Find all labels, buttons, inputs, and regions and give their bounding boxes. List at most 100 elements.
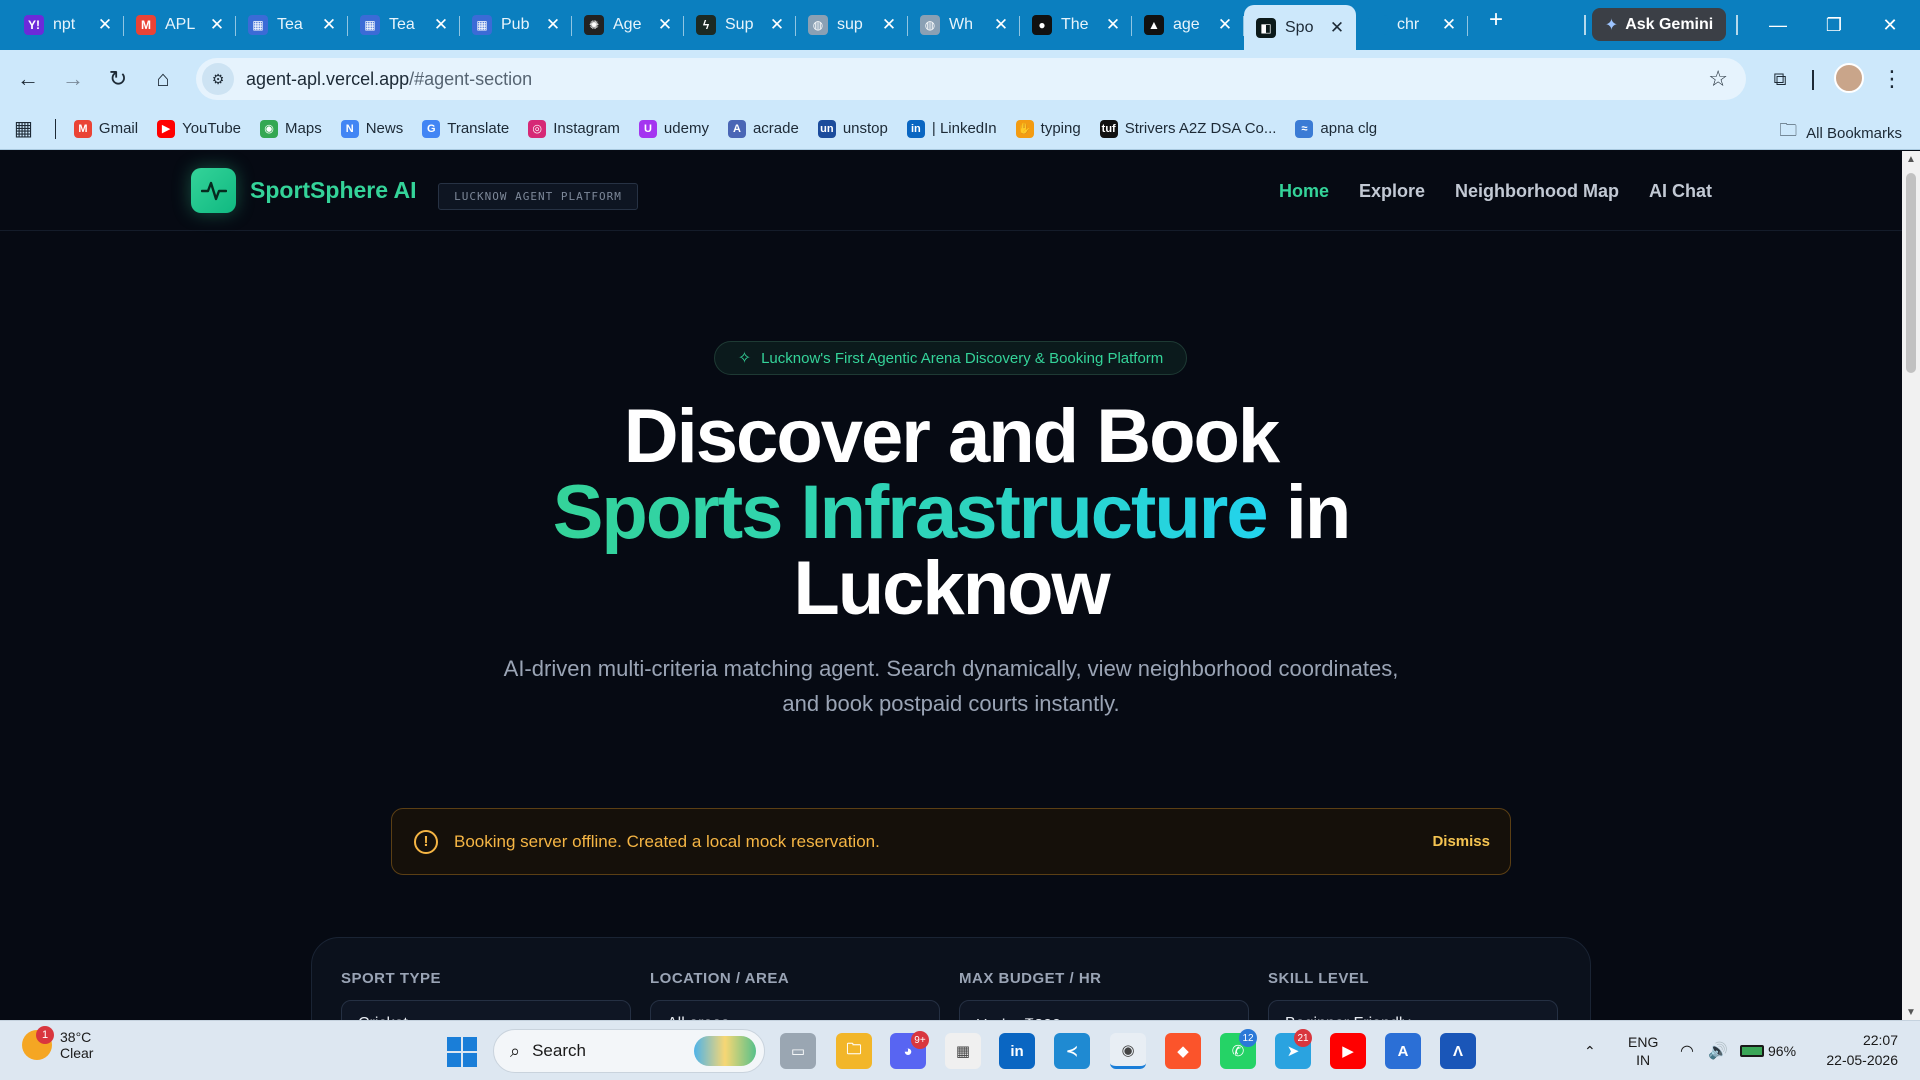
nav-link-home[interactable]: Home <box>1279 181 1329 202</box>
new-tab-button[interactable]: + <box>1478 0 1514 40</box>
filter-select[interactable]: Cricket▼ <box>341 1000 631 1020</box>
discord-badge: 9+ <box>911 1031 929 1049</box>
close-tab-icon[interactable]: ✕ <box>992 15 1010 35</box>
bookmark-item[interactable]: ◎ Instagram <box>528 119 620 138</box>
browser-menu-icon[interactable]: ⋮ <box>1876 63 1908 95</box>
bookmark-item[interactable]: ≈ apna clg <box>1295 119 1377 138</box>
close-tab-icon[interactable]: ✕ <box>1440 15 1458 35</box>
brave-icon[interactable]: ◆ <box>1165 1033 1201 1069</box>
windows-start-icon[interactable] <box>447 1037 477 1067</box>
back-arrow-icon[interactable]: ← <box>12 63 44 95</box>
volume-icon[interactable]: 🔊 <box>1708 1021 1728 1080</box>
filter-select[interactable]: All areas▼ <box>650 1000 940 1020</box>
bookmark-star-icon[interactable]: ☆ <box>1708 66 1728 92</box>
brand-name[interactable]: SportSphere AI <box>250 177 417 204</box>
bookmark-item[interactable]: ▶ YouTube <box>157 119 241 138</box>
profile-avatar[interactable] <box>1834 63 1864 93</box>
word-pad-icon[interactable]: A <box>1385 1033 1421 1069</box>
nav-link-neighborhood-map[interactable]: Neighborhood Map <box>1455 181 1619 202</box>
forward-arrow-icon[interactable]: → <box>57 63 89 95</box>
bookmark-item[interactable]: Uudemy <box>638 119 709 138</box>
chrome-icon[interactable]: ◉ <box>1110 1033 1146 1069</box>
battery-percent: 96% <box>1768 1043 1797 1059</box>
scroll-down-icon[interactable]: ▼ <box>1902 1004 1920 1020</box>
bookmark-item[interactable]: tuf Strivers A2Z DSA Co... <box>1099 119 1276 138</box>
taskbar-search[interactable]: ⌕ Search <box>493 1029 765 1073</box>
close-window-icon[interactable]: ✕ <box>1862 0 1918 50</box>
browser-tab[interactable]: ◧ Spo ✕ <box>1244 5 1356 50</box>
close-tab-icon[interactable]: ✕ <box>1328 18 1346 38</box>
wifi-icon[interactable]: ◠ <box>1680 1021 1694 1080</box>
dismiss-alert-button[interactable]: Dismiss <box>1432 833 1490 850</box>
sparkles-icon: ✧ <box>737 350 752 367</box>
system-clock[interactable]: 22:07 22-05-2026 <box>1826 1030 1898 1070</box>
bookmark-item[interactable]: G Translate <box>422 119 509 138</box>
browser-tab[interactable]: ▦ Pub ✕ <box>460 5 572 45</box>
nav-link-explore[interactable]: Explore <box>1359 181 1425 202</box>
tuf-icon: tuf <box>1099 119 1118 138</box>
apps-grid-icon[interactable]: ▦ <box>14 116 33 141</box>
bookmark-item[interactable]: M Gmail <box>73 119 138 138</box>
close-tab-icon[interactable]: ✕ <box>656 15 674 35</box>
url-text[interactable]: agent-apl.vercel.app/#agent-section <box>246 69 532 90</box>
close-tab-icon[interactable]: ✕ <box>208 15 226 35</box>
browser-tab[interactable]: M APL ✕ <box>124 5 236 45</box>
task-view-icon[interactable]: ▭ <box>780 1033 816 1069</box>
browser-tab[interactable]: ✺ Age ✕ <box>572 5 684 45</box>
youtube-app-icon[interactable]: ▶ <box>1330 1033 1366 1069</box>
toolbar-divider <box>1812 70 1814 90</box>
browser-tab[interactable]: chr ✕ <box>1356 5 1468 45</box>
linkedin-app-icon[interactable]: in <box>999 1033 1035 1069</box>
browser-tab[interactable]: ▦ Tea ✕ <box>348 5 460 45</box>
show-hidden-icons[interactable]: ⌃ <box>1584 1021 1596 1080</box>
reload-icon[interactable]: ↻ <box>102 63 134 95</box>
microsoft-store-icon[interactable]: ▦ <box>945 1033 981 1069</box>
antigravity-icon[interactable]: Λ <box>1440 1033 1476 1069</box>
file-explorer-icon[interactable]: 🗀 <box>836 1033 872 1069</box>
restore-icon[interactable]: ❐ <box>1806 0 1862 50</box>
bookmark-item[interactable]: in | LinkedIn <box>906 119 997 138</box>
bookmark-item[interactable]: Aacrade <box>727 119 799 138</box>
lens-search-icon[interactable]: ⧉ <box>1764 63 1796 95</box>
weather-temp: 38°C <box>60 1029 92 1045</box>
bookmark-item[interactable]: N News <box>340 119 403 138</box>
activity-pulse-icon[interactable] <box>191 168 236 213</box>
browser-tab[interactable]: ϟ Sup ✕ <box>684 5 796 45</box>
browser-tab[interactable]: ● The ✕ <box>1020 5 1132 45</box>
language-indicator[interactable]: ENG IN <box>1628 1021 1658 1080</box>
bookmark-item[interactable]: ✋ typing <box>1015 119 1081 138</box>
close-tab-icon[interactable]: ✕ <box>320 15 338 35</box>
close-tab-icon[interactable]: ✕ <box>768 15 786 35</box>
browser-tab[interactable]: ▦ Tea ✕ <box>236 5 348 45</box>
weather-widget[interactable]: 1 38°C Clear <box>22 1026 93 1061</box>
page-scrollbar[interactable]: ▲ ▼ <box>1902 151 1920 1020</box>
tab-favicon-icon: ◧ <box>1256 17 1276 38</box>
vscode-icon[interactable]: ≺ <box>1054 1033 1090 1069</box>
filter-select[interactable]: Under ₹800▼ <box>959 1000 1249 1020</box>
close-tab-icon[interactable]: ✕ <box>544 15 562 35</box>
scroll-up-icon[interactable]: ▲ <box>1902 151 1920 167</box>
close-tab-icon[interactable]: ✕ <box>1216 15 1234 35</box>
tab-favicon-icon: ◍ <box>808 15 828 35</box>
nav-link-ai-chat[interactable]: AI Chat <box>1649 181 1712 202</box>
browser-tab[interactable]: ◍ sup ✕ <box>796 5 908 45</box>
tab-title: sup <box>837 16 863 33</box>
close-tab-icon[interactable]: ✕ <box>96 15 114 35</box>
ask-gemini-button[interactable]: ✦ Ask Gemini <box>1592 8 1726 41</box>
bookmark-item[interactable]: ◉ Maps <box>260 119 322 138</box>
minimize-icon[interactable]: — <box>1750 0 1806 50</box>
site-settings-icon[interactable]: ⚙ <box>202 63 234 95</box>
battery-indicator[interactable]: 96% <box>1740 1021 1796 1080</box>
browser-tab[interactable]: Y! npt ✕ <box>12 5 124 45</box>
address-bar[interactable]: ⚙ agent-apl.vercel.app/#agent-section ☆ <box>196 58 1746 100</box>
scrollbar-thumb[interactable] <box>1906 173 1916 373</box>
filter-select[interactable]: Beginner Friendly▼ <box>1268 1000 1558 1020</box>
bookmark-item[interactable]: un unstop <box>817 119 888 138</box>
close-tab-icon[interactable]: ✕ <box>1104 15 1122 35</box>
all-bookmarks-button[interactable]: 🗀 All Bookmarks <box>1779 118 1902 148</box>
close-tab-icon[interactable]: ✕ <box>880 15 898 35</box>
close-tab-icon[interactable]: ✕ <box>432 15 450 35</box>
home-icon[interactable]: ⌂ <box>147 63 179 95</box>
browser-tab[interactable]: ▲ age ✕ <box>1132 5 1244 45</box>
browser-tab[interactable]: ◍ Wh ✕ <box>908 5 1020 45</box>
